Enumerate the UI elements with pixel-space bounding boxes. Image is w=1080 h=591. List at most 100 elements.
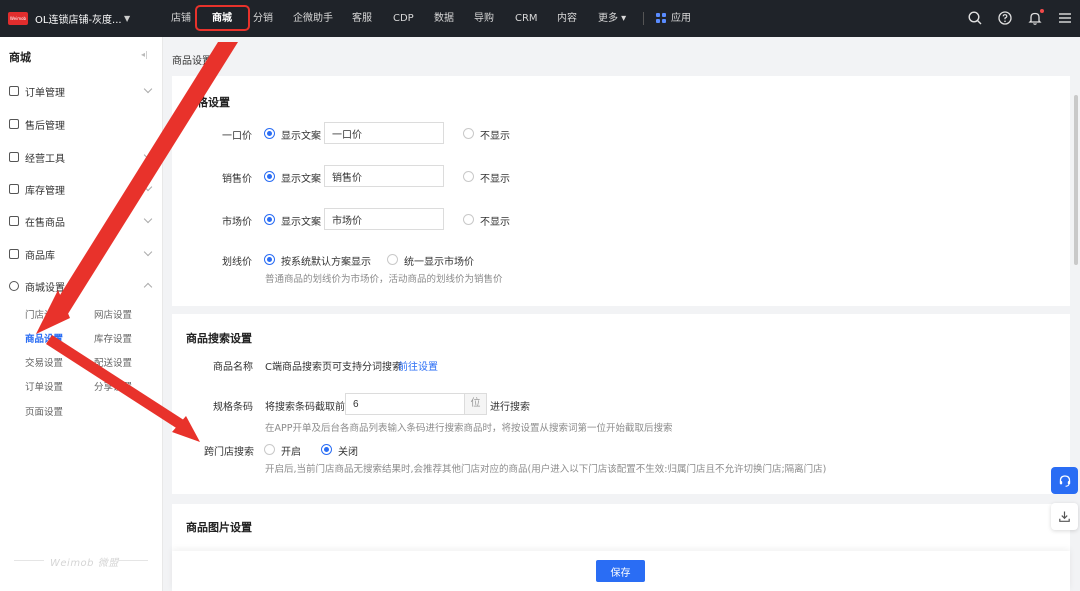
brand-logo: Weimob	[8, 12, 28, 25]
sub-item-product-settings[interactable]: 商品设置	[25, 331, 63, 345]
nav-item-store[interactable]: 店铺	[171, 0, 191, 37]
nav-divider	[643, 12, 644, 25]
chevron-down-icon	[143, 214, 153, 224]
customer-service-float-button[interactable]	[1051, 467, 1078, 494]
apps-grid-icon[interactable]	[656, 13, 667, 24]
sub-item-share-settings[interactable]: 分享设置	[94, 379, 132, 393]
chevron-down-icon	[143, 150, 153, 160]
cross-store-on-text: 开启	[281, 447, 301, 458]
barcode-suffix-text: 进行搜索	[490, 402, 530, 413]
sub-item-inventory-settings[interactable]: 库存设置	[94, 331, 132, 345]
nav-item-distribution[interactable]: 分销	[253, 0, 273, 37]
chevron-down-icon	[143, 182, 153, 192]
sale-price-label: 销售价	[222, 174, 252, 185]
chevron-down-icon	[143, 247, 153, 257]
barcode-label: 规格条码	[213, 402, 253, 413]
strike-market-text: 统一显示市场价	[404, 257, 474, 268]
market-price-show-radio[interactable]	[264, 214, 275, 225]
search-settings-title: 商品搜索设置	[186, 332, 252, 345]
price-settings-title: 价格设置	[186, 96, 230, 109]
nav-item-customer-service[interactable]: 客服	[352, 0, 372, 37]
market-price-hide-radio[interactable]	[463, 214, 474, 225]
sub-item-delivery-settings[interactable]: 配送设置	[94, 355, 132, 369]
weimob-watermark: Weimob 微盟	[50, 558, 119, 569]
notification-bell-icon[interactable]	[1027, 9, 1044, 26]
image-settings-title: 商品图片设置	[186, 521, 252, 534]
barcode-length-input[interactable]	[345, 393, 465, 415]
strike-default-radio[interactable]	[264, 254, 275, 265]
sidebar-item-label: 经营工具	[25, 153, 65, 165]
barcode-hint: 在APP开单及后台各商品列表输入条码进行搜索商品时，将按设置从搜索词第一位开始截…	[265, 423, 673, 434]
nav-item-wecom-assistant[interactable]: 企微助手	[293, 0, 333, 37]
fixed-price-show-radio[interactable]	[264, 128, 275, 139]
sale-price-hide-text: 不显示	[480, 174, 510, 185]
chevron-down-icon[interactable]: ▼	[124, 14, 130, 23]
search-icon[interactable]	[967, 10, 983, 26]
cross-store-off-text: 关闭	[338, 447, 358, 458]
sub-item-page-settings[interactable]: 页面设置	[25, 404, 63, 418]
nav-item-crm[interactable]: CRM	[515, 0, 538, 37]
product-name-text: C端商品搜索页可支持分词搜索	[265, 362, 402, 373]
nav-item-apps[interactable]: 应用	[671, 0, 691, 37]
fixed-price-hide-text: 不显示	[480, 131, 510, 142]
cross-store-off-radio[interactable]	[321, 444, 332, 455]
sidebar-item-label: 在售商品	[25, 217, 65, 229]
scrollbar[interactable]	[1074, 95, 1078, 265]
cross-store-on-radio[interactable]	[264, 444, 275, 455]
sidebar-item-inventory[interactable]: 库存管理	[9, 181, 155, 197]
sidebar-item-business-tools[interactable]: 经营工具	[9, 149, 155, 165]
chevron-up-icon	[143, 282, 153, 292]
strike-price-hint: 普通商品的划线价为市场价，活动商品的划线价为销售价	[265, 274, 503, 285]
fixed-price-text-input[interactable]	[324, 122, 444, 144]
sidebar-item-product-library[interactable]: 商品库	[9, 246, 155, 262]
sidebar: 商城 ◂| 订单管理 售后管理 经营工具 库存管理 在售商品 商品库 商城设置 …	[0, 37, 163, 591]
product-image-settings-panel: 商品图片设置	[172, 504, 1070, 554]
sale-price-hide-radio[interactable]	[463, 171, 474, 182]
market-price-label: 市场价	[222, 217, 252, 228]
market-price-show-text: 显示文案	[281, 217, 321, 228]
order-icon	[9, 86, 19, 96]
help-icon[interactable]	[997, 10, 1013, 26]
barcode-unit-suffix: 位	[465, 393, 487, 415]
inventory-icon	[9, 184, 19, 194]
footer-bar: 保存	[172, 551, 1070, 591]
sidebar-item-after-sales[interactable]: 售后管理	[9, 116, 155, 132]
sidebar-item-label: 库存管理	[25, 185, 65, 197]
tools-icon	[9, 152, 19, 162]
fixed-price-label: 一口价	[222, 131, 252, 142]
sidebar-item-label: 订单管理	[25, 87, 65, 99]
nav-item-cdp[interactable]: CDP	[393, 0, 414, 37]
store-switcher[interactable]: Weimob OL连锁店铺-灰度...	[8, 0, 122, 37]
sub-item-trade-settings[interactable]: 交易设置	[25, 355, 63, 369]
cross-store-hint: 开启后,当前门店商品无搜索结果时,会推荐其他门店对应的商品(用户进入以下门店该配…	[265, 464, 827, 475]
strike-market-radio[interactable]	[387, 254, 398, 265]
product-search-settings-panel: 商品搜索设置 商品名称 C端商品搜索页可支持分词搜索 前往设置 规格条码 将搜索…	[172, 314, 1070, 494]
nav-item-guide[interactable]: 导购	[474, 0, 494, 37]
nav-item-more[interactable]: 更多 ▾	[598, 0, 626, 37]
store-name: OL连锁店铺-灰度...	[35, 15, 122, 26]
sidebar-item-mall-settings[interactable]: 商城设置	[9, 278, 155, 294]
sidebar-item-label: 售后管理	[25, 120, 65, 132]
sub-item-store-settings[interactable]: 门店设置	[25, 307, 63, 321]
nav-item-content[interactable]: 内容	[557, 0, 577, 37]
market-price-text-input[interactable]	[324, 208, 444, 230]
nav-item-data[interactable]: 数据	[434, 0, 454, 37]
sub-item-online-store-settings[interactable]: 网店设置	[94, 307, 132, 321]
save-button[interactable]: 保存	[596, 560, 645, 582]
settings-gear-icon	[9, 281, 19, 291]
after-sales-icon	[9, 119, 19, 129]
sidebar-item-on-sale-products[interactable]: 在售商品	[9, 213, 155, 229]
sidebar-item-orders[interactable]: 订单管理	[9, 83, 155, 99]
headset-icon	[1059, 474, 1070, 487]
watermark-line	[118, 560, 148, 561]
sale-price-show-text: 显示文案	[281, 174, 321, 185]
download-icon	[1059, 511, 1070, 522]
collapse-sidebar-icon[interactable]: ◂|	[141, 50, 148, 59]
go-settings-link[interactable]: 前往设置	[398, 358, 438, 373]
sale-price-show-radio[interactable]	[264, 171, 275, 182]
sale-price-text-input[interactable]	[324, 165, 444, 187]
fixed-price-hide-radio[interactable]	[463, 128, 474, 139]
download-float-button[interactable]	[1051, 503, 1078, 530]
menu-icon[interactable]	[1057, 10, 1073, 26]
sub-item-order-settings[interactable]: 订单设置	[25, 379, 63, 393]
